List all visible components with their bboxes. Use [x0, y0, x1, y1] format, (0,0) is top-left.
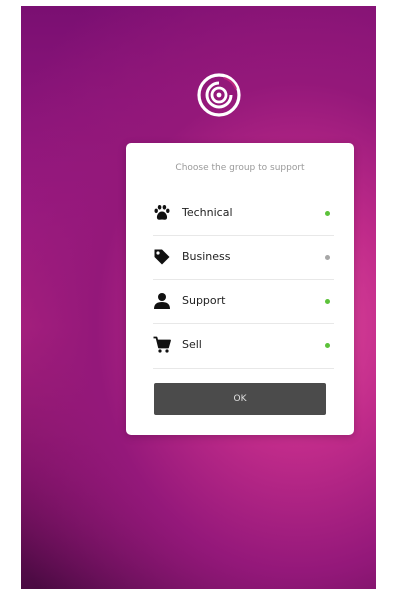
group-label-sell: Sell	[182, 338, 202, 351]
group-selection-dialog: Choose the group to support Technical Bu…	[126, 143, 354, 435]
user-icon	[154, 293, 170, 309]
dialog-title: Choose the group to support	[175, 163, 305, 173]
paw-icon	[154, 205, 170, 220]
concentric-circles-logo-icon	[197, 73, 241, 117]
status-dot-online	[325, 343, 330, 348]
tag-icon	[154, 249, 170, 265]
status-dot-online	[325, 299, 330, 304]
group-item-business[interactable]: Business	[153, 236, 334, 280]
group-label-support: Support	[182, 294, 226, 307]
status-dot-online	[325, 211, 330, 216]
shopping-cart-icon	[153, 336, 171, 353]
group-label-business: Business	[182, 250, 231, 263]
group-item-sell[interactable]: Sell	[153, 324, 334, 368]
group-item-support[interactable]: Support	[153, 280, 334, 324]
ok-button[interactable]: OK	[154, 383, 326, 415]
group-label-technical: Technical	[182, 206, 233, 219]
divider	[153, 368, 334, 369]
app-screen: Choose the group to support Technical Bu…	[21, 6, 376, 589]
group-item-technical[interactable]: Technical	[153, 192, 334, 236]
status-dot-offline	[325, 255, 330, 260]
